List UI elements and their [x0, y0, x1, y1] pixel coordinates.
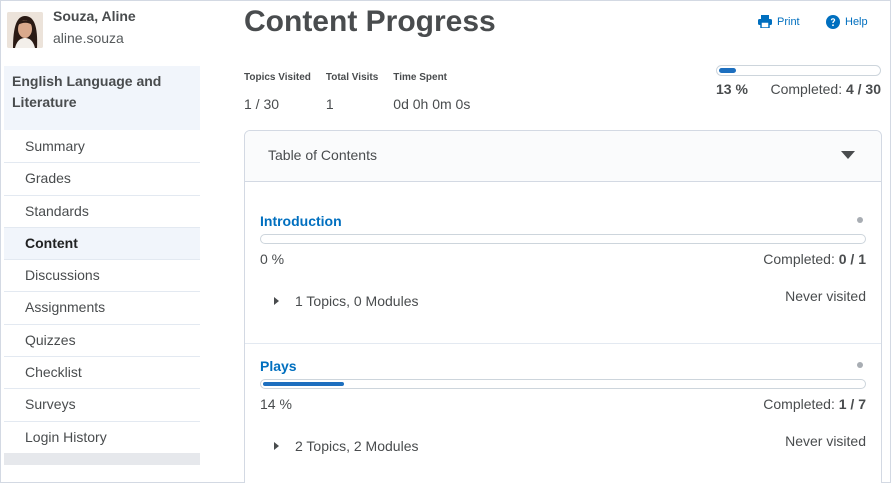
sidebar-item-login-history[interactable]: Login History	[4, 422, 200, 454]
user-login: aline.souza	[53, 30, 124, 46]
sidebar-item-assignments[interactable]: Assignments	[4, 292, 200, 325]
module-title-link[interactable]: Introduction	[260, 213, 866, 229]
caret-right-icon[interactable]	[274, 297, 279, 305]
help-icon	[826, 15, 840, 29]
sidebar-item-surveys[interactable]: Surveys	[4, 389, 200, 422]
module-divider	[245, 343, 881, 344]
module-progress-bar	[260, 379, 866, 389]
module-completed-label: Completed:	[763, 251, 835, 267]
stat-value: 0d 0h 0m 0s	[393, 96, 471, 112]
printer-icon	[758, 15, 772, 28]
table-of-contents: Table of Contents Introduction 0 % Compl…	[244, 130, 882, 483]
stat-label: Total Visits	[325, 72, 379, 83]
module-progress-bar	[260, 234, 866, 244]
stats-summary: Topics Visited 1 / 30 Total Visits 1 Tim…	[244, 72, 485, 112]
module-summary: 1 Topics, 0 Modules	[295, 293, 419, 309]
avatar	[7, 12, 43, 48]
overall-progress-fill	[719, 68, 737, 73]
sidebar-item-quizzes[interactable]: Quizzes	[4, 325, 200, 358]
module-completed-value: 1 / 7	[838, 396, 866, 412]
stat-value: 1 / 30	[244, 96, 280, 112]
stat-topics-visited: Topics Visited 1 / 30	[244, 72, 311, 112]
sidebar: Souza, Aline aline.souza English Languag…	[4, 0, 200, 483]
module-visited-status: Never visited	[785, 433, 866, 449]
overall-completed: Completed: 4 / 30	[770, 81, 881, 97]
stat-value: 1	[325, 96, 334, 112]
status-dot-icon	[857, 362, 863, 368]
overall-completed-value: 4 / 30	[845, 81, 881, 97]
module-progress-fill	[263, 382, 344, 386]
overall-progress-bar	[716, 65, 881, 76]
module-completed: Completed: 0 / 1	[763, 251, 866, 267]
print-label: Print	[777, 15, 800, 28]
stat-time-spent: Time Spent 0d 0h 0m 0s	[393, 72, 470, 112]
caret-right-icon[interactable]	[274, 442, 279, 450]
help-label: Help	[845, 16, 868, 28]
user-card[interactable]: Souza, Aline aline.souza	[7, 8, 200, 52]
sidebar-item-standards[interactable]: Standards	[4, 196, 200, 228]
page-title: Content Progress	[244, 5, 496, 38]
status-dot-icon	[857, 217, 863, 223]
module-percent: 14 %	[260, 396, 292, 412]
module-visited-status: Never visited	[785, 288, 866, 304]
user-name: Souza, Aline	[53, 8, 136, 24]
module-details-toggle[interactable]: 1 Topics, 0 Modules Never visited	[260, 288, 866, 311]
sidebar-item-grades[interactable]: Grades	[4, 163, 200, 196]
module-completed: Completed: 1 / 7	[763, 396, 866, 412]
stat-label: Topics Visited	[244, 72, 311, 83]
main-content: Content Progress Print Help Topics Visit…	[244, 0, 882, 483]
caret-down-icon[interactable]	[841, 151, 855, 159]
sidebar-item-content[interactable]: Content	[4, 227, 200, 261]
module-completed-label: Completed:	[763, 396, 835, 412]
sidebar-item-discussions[interactable]: Discussions	[4, 260, 200, 293]
toc-header[interactable]: Table of Contents	[245, 131, 881, 182]
help-button[interactable]: Help	[826, 15, 868, 29]
module-details-toggle[interactable]: 2 Topics, 2 Modules Never visited	[260, 433, 866, 456]
sidebar-footer	[4, 453, 200, 465]
stat-label: Time Spent	[393, 72, 448, 83]
course-title: English Language and Literature	[12, 73, 162, 110]
module-plays: Plays 14 % Completed: 1 / 7 2 Topics, 2 …	[260, 358, 866, 456]
module-percent: 0 %	[260, 251, 285, 267]
overall-progress: 13 % Completed: 4 / 30	[716, 65, 881, 97]
overall-percent: 13 %	[716, 81, 748, 97]
print-button[interactable]: Print	[758, 15, 800, 28]
course-header: English Language and Literature	[4, 66, 200, 130]
module-title-link[interactable]: Plays	[260, 358, 866, 374]
sidebar-item-checklist[interactable]: Checklist	[4, 357, 200, 390]
sidebar-nav: Summary Grades Standards Content Discuss…	[4, 131, 200, 454]
overall-completed-label: Completed:	[770, 81, 843, 97]
stat-total-visits: Total Visits 1	[326, 72, 378, 112]
module-introduction: Introduction 0 % Completed: 0 / 1 1 Topi…	[260, 213, 866, 311]
module-summary: 2 Topics, 2 Modules	[295, 438, 419, 454]
toc-title: Table of Contents	[268, 147, 377, 163]
sidebar-item-summary[interactable]: Summary	[4, 131, 200, 164]
module-completed-value: 0 / 1	[838, 251, 866, 267]
